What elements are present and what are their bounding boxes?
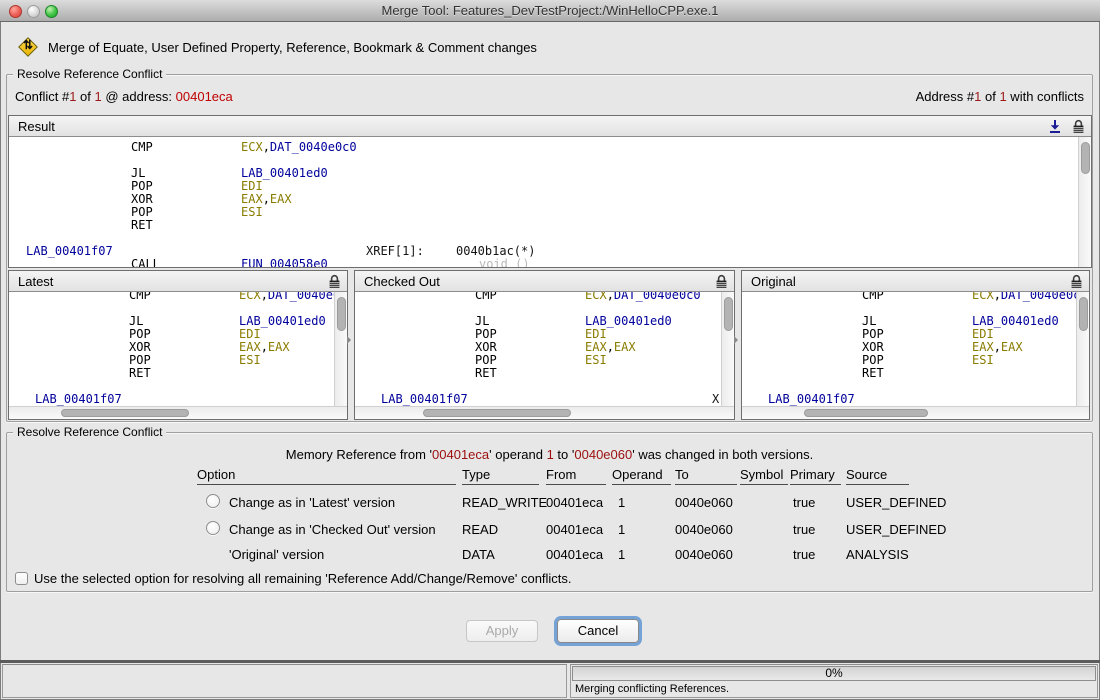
use-for-all-label[interactable]: Use the selected option for resolving al… [34, 571, 572, 586]
type-cell: READ [462, 522, 498, 537]
cancel-button[interactable]: Cancel [557, 619, 639, 643]
merge-phase-text: Merge of Equate, User Defined Property, … [48, 40, 537, 55]
source-cell: USER_DEFINED [846, 495, 946, 510]
scrollbar-thumb[interactable] [804, 409, 928, 417]
lock-icon[interactable] [328, 274, 341, 289]
horizontal-scrollbar[interactable] [355, 406, 734, 419]
option-label[interactable]: Change as in 'Latest' version [229, 495, 395, 510]
progress-area: 0% Merging conflicting References. [570, 664, 1098, 698]
scrollbar-thumb[interactable] [1079, 297, 1088, 331]
lock-icon[interactable] [1070, 274, 1083, 289]
original-panel-title: Original [751, 274, 796, 289]
scrollbar-thumb[interactable] [337, 297, 346, 331]
resolve-conflict-group: Resolve Reference Conflict Memory Refere… [6, 432, 1093, 592]
statusbar-divider [0, 660, 1100, 663]
result-panel-header: Result [9, 116, 1091, 137]
type-cell: READ_WRITE [462, 495, 547, 510]
latest-panel-header: Latest [9, 271, 347, 292]
latest-panel: Latest CMPECX,DAT_0040e0c0JLLAB_00401ed0… [8, 270, 348, 420]
result-panel-title: Result [18, 119, 55, 134]
checked-out-panel-title: Checked Out [364, 274, 440, 289]
original-listing[interactable]: CMPECX,DAT_0040e0c0JLLAB_00401ed0POPEDIX… [742, 292, 1089, 406]
scrollbar-thumb[interactable] [724, 297, 733, 331]
primary-cell: true [793, 522, 815, 537]
use-for-all-checkbox[interactable] [15, 572, 28, 585]
from-cell: 00401eca [546, 495, 603, 510]
from-cell: 00401eca [546, 522, 603, 537]
address-counter: Address #1 of 1 with conflicts [916, 89, 1084, 104]
horizontal-scrollbar[interactable] [9, 406, 347, 419]
vertical-scrollbar[interactable] [721, 292, 734, 406]
vertical-scrollbar[interactable] [334, 292, 347, 406]
latest-listing[interactable]: CMPECX,DAT_0040e0c0JLLAB_00401ed0POPEDIX… [9, 292, 347, 406]
primary-cell: true [793, 495, 815, 510]
merge-phase-banner: ⇅ Merge of Equate, User Defined Property… [18, 36, 537, 58]
group-title: Resolve Reference Conflict [13, 67, 166, 81]
source-cell: USER_DEFINED [846, 522, 946, 537]
result-panel: Result CMPECX,DAT_0040e0c0JLLAB_00401ed0… [8, 115, 1092, 268]
title-bar[interactable]: Merge Tool: Features_DevTestProject:/Win… [0, 0, 1100, 22]
option-label[interactable]: Change as in 'Checked Out' version [229, 522, 436, 537]
goto-bottom-arrow-icon[interactable] [1048, 119, 1062, 134]
apply-button[interactable]: Apply [466, 620, 538, 642]
lock-icon[interactable] [715, 274, 728, 289]
vertical-scrollbar[interactable] [1076, 292, 1089, 406]
conflict-counter: Conflict #1 of 1 @ address: 00401eca [15, 89, 233, 104]
vertical-scrollbar[interactable] [1078, 137, 1091, 267]
conflict-description: Memory Reference from '00401eca' operand… [7, 447, 1092, 462]
progress-bar: 0% [572, 666, 1096, 681]
latest-version-radio[interactable] [206, 494, 220, 508]
merge-icon: ⇅ [18, 37, 38, 57]
operand-cell: 1 [618, 522, 625, 537]
to-cell: 0040e060 [675, 495, 733, 510]
from-cell: 00401eca [546, 547, 603, 562]
progress-message: Merging conflicting References. [575, 683, 729, 695]
to-cell: 0040e060 [675, 522, 733, 537]
source-cell: ANALYSIS [846, 547, 909, 562]
lock-icon[interactable] [1072, 119, 1085, 134]
checked-out-panel: Checked Out CMPECX,DAT_0040e0c0JLLAB_004… [354, 270, 735, 420]
horizontal-scrollbar[interactable] [742, 406, 1089, 419]
to-cell: 0040e060 [675, 547, 733, 562]
result-listing[interactable]: CMPECX,DAT_0040e0c0JLLAB_00401ed0POPEDIX… [9, 137, 1091, 267]
scrollbar-thumb[interactable] [61, 409, 189, 417]
primary-cell: true [793, 547, 815, 562]
latest-panel-title: Latest [18, 274, 53, 289]
option-label: 'Original' version [229, 547, 324, 562]
original-panel-header: Original [742, 271, 1089, 292]
status-message-area [2, 664, 567, 698]
scrollbar-thumb[interactable] [423, 409, 571, 417]
checked-out-listing[interactable]: CMPECX,DAT_0040e0c0JLLAB_00401ed0POPEDIX… [355, 292, 734, 406]
checked-out-panel-header: Checked Out [355, 271, 734, 292]
group-title: Resolve Reference Conflict [13, 425, 166, 439]
operand-cell: 1 [618, 547, 625, 562]
operand-cell: 1 [618, 495, 625, 510]
original-panel: Original CMPECX,DAT_0040e0c0JLLAB_00401e… [741, 270, 1090, 420]
merge-tool-window: Merge Tool: Features_DevTestProject:/Win… [0, 0, 1100, 700]
window-title: Merge Tool: Features_DevTestProject:/Win… [0, 3, 1100, 18]
scrollbar-thumb[interactable] [1081, 142, 1090, 174]
type-cell: DATA [462, 547, 495, 562]
checked-out-version-radio[interactable] [206, 521, 220, 535]
